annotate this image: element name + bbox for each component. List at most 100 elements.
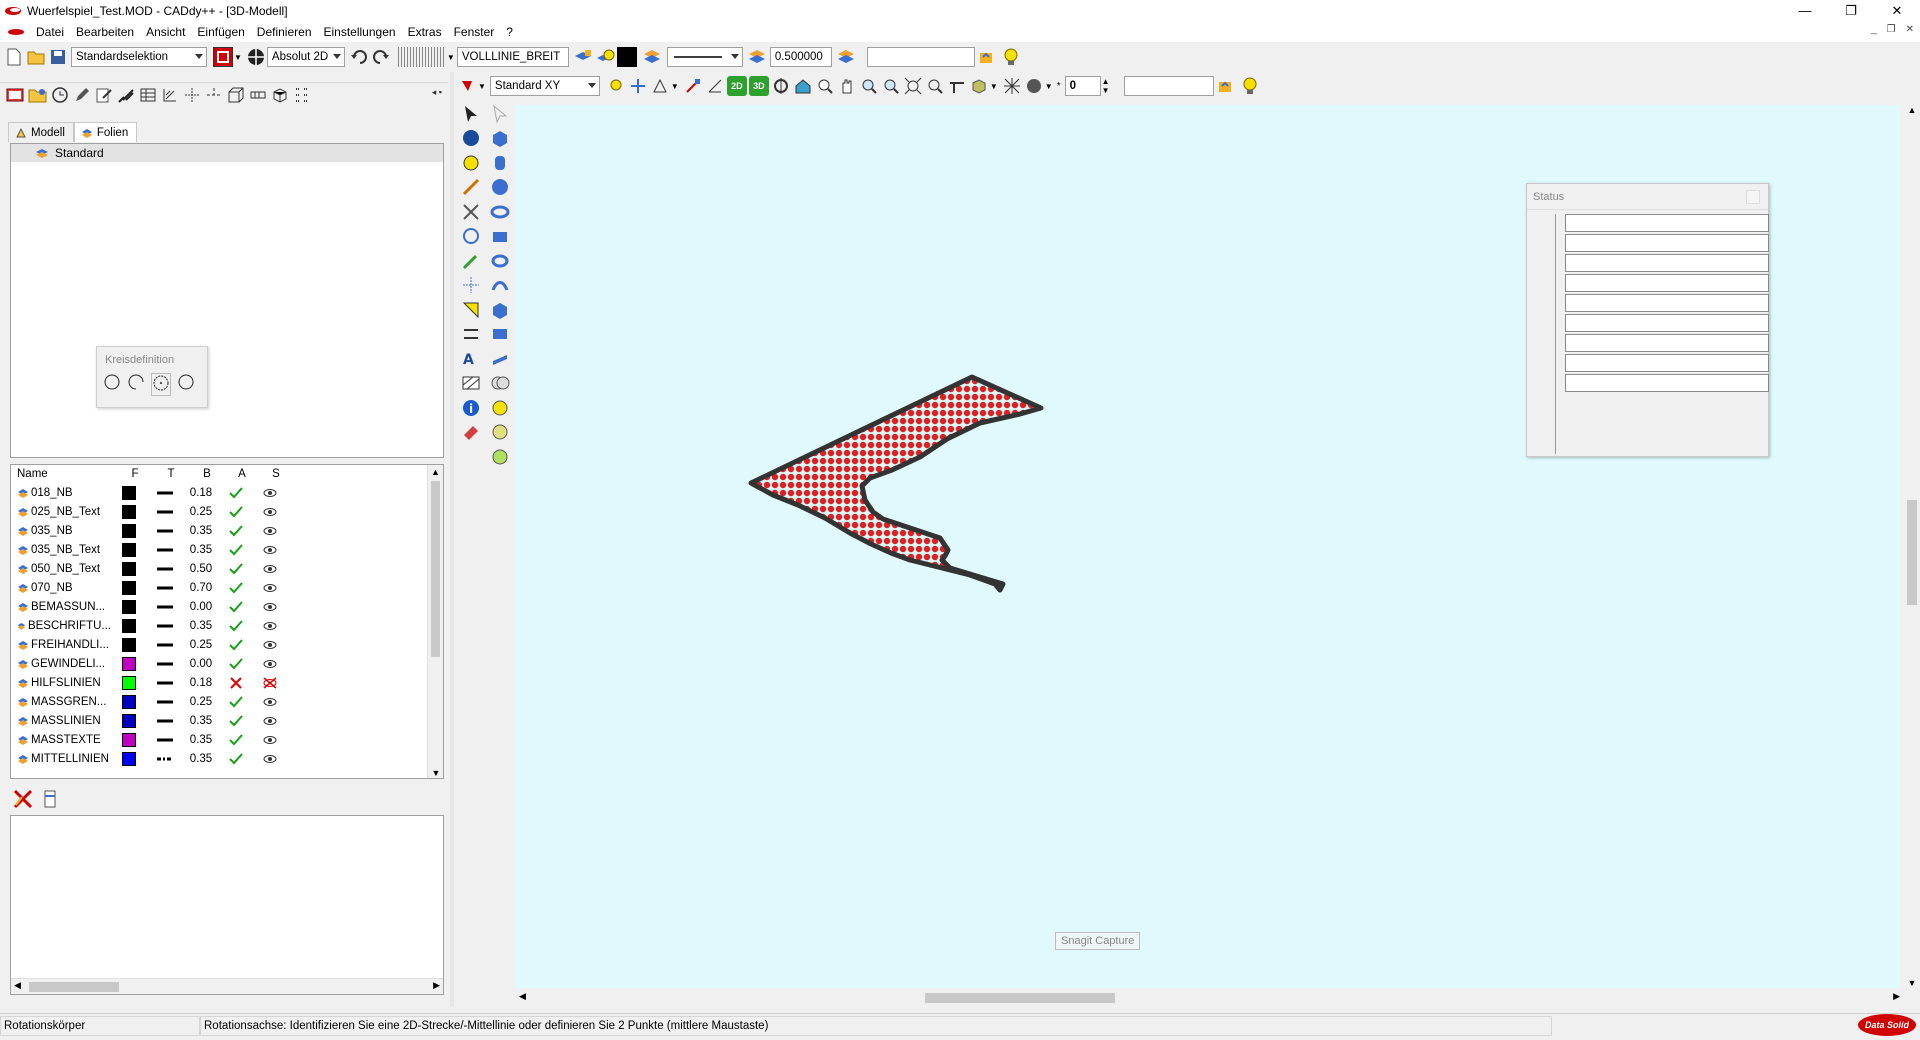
layer-color-swatch[interactable] [122, 599, 136, 614]
shade-dropdown-icon[interactable]: ▼ [1045, 82, 1053, 91]
layer-color-swatch[interactable] [122, 561, 136, 576]
zoom-out-icon[interactable] [881, 76, 901, 96]
find-icon[interactable] [979, 47, 999, 67]
layer-visibility-toggle[interactable] [253, 526, 287, 536]
layer-row[interactable]: MASSLINIEN 0.35 [11, 711, 443, 730]
sphere-tool-icon[interactable] [461, 128, 481, 151]
cube-solid-icon[interactable] [490, 128, 510, 151]
box-tool-icon[interactable] [226, 85, 246, 105]
layer-color-swatch[interactable] [122, 732, 136, 747]
hatch-tool-icon[interactable] [160, 85, 180, 105]
layer-linetype[interactable] [147, 662, 183, 666]
crosshair-tool-icon[interactable] [182, 85, 202, 105]
layer-color-swatch[interactable] [122, 485, 136, 500]
layer-active-toggle[interactable] [219, 543, 253, 556]
layer-linetype[interactable] [147, 757, 183, 761]
mirror-tool-icon[interactable] [461, 202, 481, 225]
layer-active-toggle[interactable] [219, 657, 253, 670]
layer-linetype[interactable] [147, 586, 183, 590]
view-3d-button[interactable]: 3D [748, 76, 769, 96]
view-tool-dropdown-icon[interactable]: ▼ [478, 82, 486, 91]
ball-tool-icon[interactable] [490, 177, 510, 200]
mdi-close-button[interactable]: ✕ [1906, 24, 1914, 35]
tree-item-standard[interactable]: Standard [11, 144, 443, 162]
menu-definieren[interactable]: Definieren [251, 22, 318, 42]
layer-visibility-toggle[interactable] [253, 716, 287, 726]
layer-active-toggle[interactable] [219, 752, 253, 765]
layer-color-swatch[interactable] [122, 618, 136, 633]
minimize-button[interactable]: — [1782, 0, 1828, 22]
layer-linetype[interactable] [147, 719, 183, 723]
layer-row[interactable]: MASSGREN... 0.25 [11, 692, 443, 711]
layer-active-toggle[interactable] [219, 638, 253, 651]
grid-dropdown-icon[interactable]: ▼ [447, 53, 455, 62]
restore-button[interactable]: ❐ [1828, 0, 1874, 22]
layer-visibility-toggle[interactable] [253, 545, 287, 555]
view-select[interactable]: Standard XY [489, 76, 600, 96]
view-2d-button[interactable]: 2D [726, 76, 747, 96]
panel-splitter[interactable] [450, 72, 454, 1007]
menu-help[interactable]: ? [500, 22, 519, 42]
selection-mode-select[interactable]: Standardselektion [71, 47, 207, 67]
pan-hand-icon[interactable] [837, 76, 857, 96]
cube-tool-icon[interactable] [270, 85, 290, 105]
intersect-tool-icon[interactable] [490, 398, 510, 421]
edge-tool-icon[interactable] [705, 76, 725, 96]
layer-color-swatch[interactable] [122, 656, 136, 671]
layer-active-toggle[interactable] [219, 486, 253, 499]
col-f[interactable]: F [117, 468, 153, 480]
refresh-circle-icon[interactable] [50, 85, 70, 105]
save-icon[interactable] [48, 47, 68, 67]
line-style-select[interactable] [666, 47, 743, 67]
view-lightbulb-icon[interactable] [1240, 76, 1260, 96]
layer-active-toggle[interactable] [219, 733, 253, 746]
zoom-window-icon[interactable] [815, 76, 835, 96]
layer-active-toggle[interactable] [219, 714, 253, 727]
document-logo-icon[interactable] [8, 28, 24, 36]
layer-visibility-toggle[interactable] [253, 564, 287, 574]
line-width-field[interactable]: 0.500000 [769, 47, 832, 67]
view-tool-icon[interactable] [457, 76, 477, 96]
layer-row[interactable]: GEWINDELI... 0.00 [11, 654, 443, 673]
mdi-minimize-button[interactable]: _ [1871, 24, 1877, 35]
layer-color-swatch[interactable] [122, 542, 136, 557]
layer-row[interactable]: MITTELLINIEN 0.35 [11, 749, 443, 768]
revolve-tool-icon[interactable] [461, 153, 481, 176]
counter-spinner[interactable]: ▲ ▼ [1102, 77, 1110, 95]
menu-fenster[interactable]: Fenster [448, 22, 501, 42]
layer-row[interactable]: FREIHANDLI... 0.25 [11, 635, 443, 654]
undo-icon[interactable] [349, 47, 369, 67]
view-find-icon[interactable] [1218, 76, 1238, 96]
layer-color-swatch[interactable] [122, 504, 136, 519]
canvas-hscrollbar[interactable]: ◀ ▶ [515, 990, 1904, 1006]
axis-tool-icon[interactable] [628, 76, 648, 96]
layer-row[interactable]: BESCHRIFTU... 0.35 [11, 616, 443, 635]
layer-visibility-toggle[interactable] [253, 621, 287, 631]
pointer-alt-tool-icon[interactable] [490, 104, 510, 127]
subtract-tool-icon[interactable] [490, 422, 510, 445]
open-folder-icon[interactable] [26, 47, 46, 67]
layer-row[interactable]: 070_NB 0.70 [11, 578, 443, 597]
menu-einfuegen[interactable]: Einfügen [191, 22, 250, 42]
layer-row[interactable]: 018_NB 0.18 [11, 483, 443, 502]
eraser-tool-icon[interactable] [461, 422, 481, 445]
layer-lamp-icon[interactable] [595, 47, 615, 67]
layer-active-toggle[interactable] [219, 676, 253, 689]
shade-sphere-icon[interactable] [1024, 76, 1044, 96]
counter-field[interactable]: 0 [1064, 76, 1101, 96]
layer-color-swatch[interactable] [122, 675, 136, 690]
circle-arc-icon[interactable] [127, 373, 145, 396]
layer-visibility-toggle[interactable] [253, 735, 287, 745]
status-close-button[interactable] [1746, 190, 1760, 204]
close-button[interactable]: ✕ [1874, 0, 1920, 22]
width-layers-icon[interactable] [836, 47, 856, 67]
pencil-tool-icon[interactable] [72, 85, 92, 105]
cylinder-tool-icon[interactable] [490, 153, 510, 176]
rotate-tool-icon[interactable] [461, 226, 481, 249]
settings-tool-icon[interactable] [461, 324, 481, 347]
lightbulb-icon[interactable] [1001, 47, 1021, 67]
layer-active-toggle[interactable] [219, 562, 253, 575]
col-name[interactable]: Name [17, 468, 117, 480]
brush-tool-icon[interactable] [116, 85, 136, 105]
layer-linetype[interactable] [147, 738, 183, 742]
